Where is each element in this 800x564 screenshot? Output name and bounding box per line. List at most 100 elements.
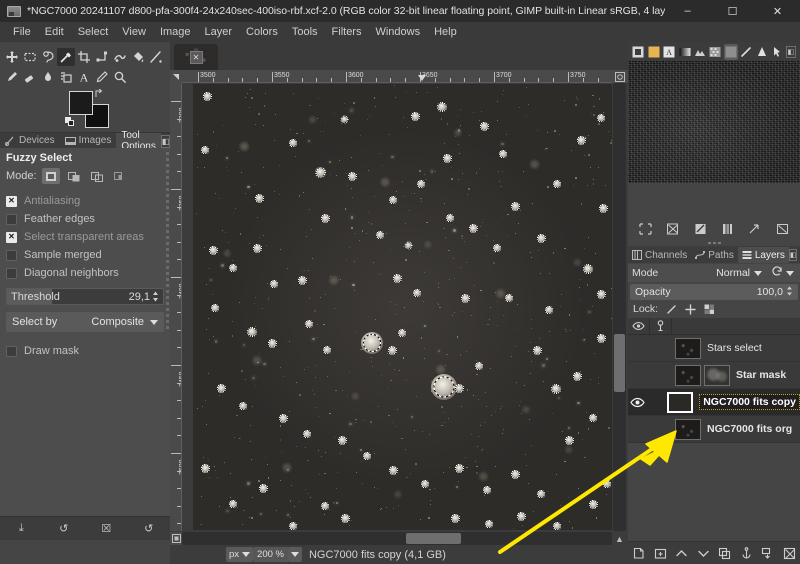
menu-windows[interactable]: Windows — [368, 23, 427, 42]
tab-devices[interactable]: Devices — [0, 133, 60, 148]
tab-channels[interactable]: Channels — [628, 247, 691, 263]
layer-mode-dropdown[interactable]: Normal — [716, 267, 762, 279]
menu-layer[interactable]: Layer — [198, 23, 240, 42]
layer-row-ngc7000-fits-copy[interactable]: NGC7000 fits copy — [628, 389, 800, 416]
diagonal-neighbors-checkbox[interactable] — [6, 267, 17, 279]
layer-visibility-toggle[interactable] — [628, 335, 650, 362]
reset-colors-icon[interactable] — [65, 117, 75, 127]
mode-add-to-selection[interactable] — [65, 168, 83, 184]
option-antialiasing[interactable]: Antialiasing — [6, 192, 164, 210]
palettes-tab[interactable] — [693, 44, 707, 60]
layer-row-ngc7000-fits-org[interactable]: NGC7000 fits org — [628, 416, 800, 443]
option-diagonal-neighbors[interactable]: Diagonal neighbors — [6, 264, 164, 282]
menu-view[interactable]: View — [115, 23, 153, 42]
tab-tool-options[interactable]: Tool Options — [116, 130, 161, 152]
duplicate-pattern-icon[interactable] — [691, 221, 709, 238]
draw-mask-checkbox[interactable] — [6, 345, 17, 357]
image-canvas[interactable] — [193, 84, 612, 531]
layer-link-toggle[interactable] — [650, 362, 672, 389]
layer-link-toggle[interactable] — [650, 335, 672, 362]
tab-layers[interactable]: Layers — [737, 247, 789, 263]
line-tab[interactable] — [739, 44, 753, 60]
menu-edit[interactable]: Edit — [38, 23, 71, 42]
smudge-tool-icon[interactable] — [39, 68, 57, 86]
raise-layer-icon[interactable] — [673, 545, 690, 562]
vscroll-thumb[interactable] — [614, 333, 625, 393]
clone-tool-icon[interactable] — [57, 68, 75, 86]
sample-merged-checkbox[interactable] — [6, 249, 17, 261]
menu-image[interactable]: Image — [153, 23, 198, 42]
pencil-tool-icon[interactable] — [93, 68, 111, 86]
layer-row-stars-select[interactable]: Stars select — [628, 335, 800, 362]
horizontal-ruler[interactable]: 3500 3550 3600 3650 3700 3750 — [182, 70, 612, 83]
image-tab-thumbnail[interactable]: ✕ — [174, 44, 218, 70]
layer-opacity-slider[interactable]: Opacity 100,0 — [630, 284, 798, 300]
menu-tools[interactable]: Tools — [285, 23, 325, 42]
layer-visibility-toggle[interactable] — [628, 389, 646, 416]
lock-position-icon[interactable] — [684, 303, 696, 315]
delete-tool-preset-icon[interactable]: ☒ — [96, 520, 116, 538]
delete-layer-icon[interactable] — [781, 545, 798, 562]
menu-file[interactable]: File — [6, 23, 38, 42]
gradient-tool-icon[interactable] — [147, 48, 165, 66]
transform-tool-icon[interactable] — [93, 48, 111, 66]
lower-layer-icon[interactable] — [695, 545, 712, 562]
option-draw-mask[interactable]: Draw mask — [6, 342, 164, 360]
layer-visibility-toggle[interactable] — [628, 416, 650, 443]
gradients-tab[interactable] — [677, 44, 691, 60]
new-pattern-icon[interactable] — [637, 221, 655, 238]
bucket-fill-tool-icon[interactable] — [129, 48, 147, 66]
lock-pixels-icon[interactable] — [665, 303, 677, 315]
zoom-tool-icon[interactable] — [111, 68, 129, 86]
reset-tool-options-icon[interactable]: ↺ — [139, 520, 159, 538]
zoom-entry[interactable]: 200 % — [253, 547, 288, 562]
mode-intersect-with-selection[interactable] — [111, 168, 129, 184]
navigation-preview-button[interactable]: ▲ — [612, 532, 627, 545]
free-select-tool-icon[interactable] — [39, 48, 57, 66]
fonts-tab[interactable]: A — [662, 44, 676, 60]
warp-tool-icon[interactable] — [111, 48, 129, 66]
tool-presets-tab[interactable] — [723, 43, 739, 60]
tab-paths[interactable]: Paths — [691, 247, 738, 263]
opacity-spinner[interactable] — [786, 286, 793, 299]
layer-name[interactable]: Star mask — [736, 369, 786, 381]
fuzzy-select-tool-icon[interactable] — [57, 48, 75, 66]
hscroll-thumb[interactable] — [405, 533, 462, 544]
zoom-image-button[interactable] — [612, 70, 628, 83]
minimize-button[interactable]: – — [665, 0, 710, 22]
canvas-horizontal-scrollbar[interactable] — [182, 532, 612, 545]
columns-icon[interactable] — [719, 221, 737, 238]
edit-pattern-icon[interactable] — [664, 221, 682, 238]
new-layer-icon[interactable] — [630, 545, 647, 562]
layer-name[interactable]: NGC7000 fits org — [707, 423, 792, 435]
close-icon[interactable]: ✕ — [189, 50, 203, 64]
tab-images[interactable]: Images — [59, 133, 117, 148]
unit-selector[interactable]: px — [226, 547, 254, 562]
canvas-viewport[interactable] — [182, 83, 612, 531]
select-by-dropdown[interactable]: Select by Composite — [6, 312, 164, 332]
menu-colors[interactable]: Colors — [239, 23, 285, 42]
pointer-tab[interactable] — [755, 44, 769, 60]
right-dock-menu-button[interactable]: ◧ — [785, 45, 797, 58]
layer-mask-thumbnail[interactable] — [704, 364, 730, 386]
layer-row-star-mask[interactable]: Star mask — [628, 362, 800, 389]
menu-help[interactable]: Help — [427, 23, 464, 42]
crop-tool-icon[interactable] — [75, 48, 93, 66]
threshold-spinner[interactable] — [152, 291, 159, 302]
left-dock-menu-button[interactable]: ◧ — [160, 135, 171, 148]
layer-thumbnail[interactable] — [667, 391, 694, 413]
zoom-selector[interactable] — [287, 547, 302, 562]
mode-replace-selection[interactable] — [41, 168, 60, 184]
quickmask-toggle[interactable] — [170, 532, 182, 545]
layer-name[interactable]: Stars select — [707, 342, 762, 354]
select-transparent-areas-checkbox[interactable] — [6, 231, 17, 243]
mode-subtract-from-selection[interactable] — [88, 168, 106, 184]
merge-down-icon[interactable] — [759, 545, 776, 562]
save-tool-preset-icon[interactable]: ⤓ — [11, 520, 31, 538]
layers-dock-menu-button[interactable]: ◧ — [788, 249, 798, 261]
cursor-tab[interactable] — [770, 44, 784, 60]
brushes-tab[interactable] — [631, 44, 645, 60]
layer-link-toggle[interactable] — [646, 389, 664, 416]
vertical-ruler[interactable]: 3300 3350 3400 3450 3500 — [170, 83, 182, 531]
new-layer-group-icon[interactable] — [652, 545, 669, 562]
